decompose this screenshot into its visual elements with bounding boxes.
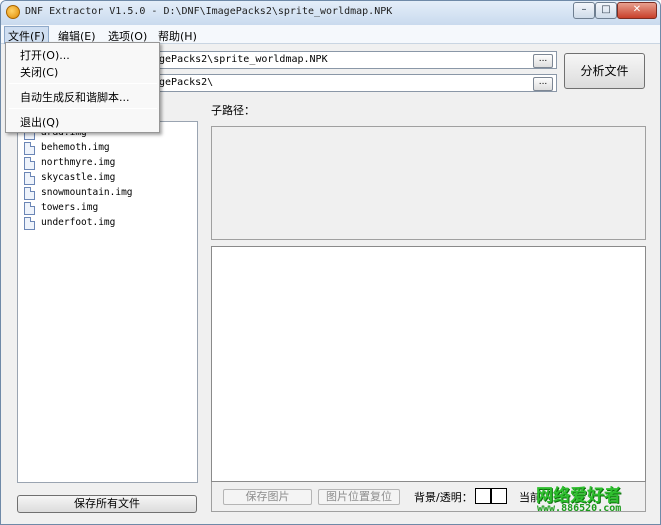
reset-image-position-button[interactable]: 图片位置复位 xyxy=(318,489,400,505)
title-bar[interactable]: DNF Extractor V1.5.0 - D:\DNF\ImagePacks… xyxy=(1,1,660,25)
maximize-button[interactable]: □ xyxy=(595,2,617,19)
app-window: DNF Extractor V1.5.0 - D:\DNF\ImagePacks… xyxy=(0,0,661,525)
file-name: underfoot.img xyxy=(41,217,116,228)
file-name: snowmountain.img xyxy=(41,187,133,198)
app-icon xyxy=(6,5,20,19)
watermark-url: www.886520.com xyxy=(537,503,622,514)
browse-directory-button[interactable]: ... xyxy=(533,77,553,91)
menu-item-close[interactable]: 关闭(C) xyxy=(20,64,58,80)
file-menu-dropdown: 打开(O)... 关闭(C) 自动生成反和谐脚本... 退出(Q) xyxy=(5,42,160,133)
image-preview-panel[interactable] xyxy=(211,246,646,482)
menu-separator xyxy=(9,83,157,84)
window-title: DNF Extractor V1.5.0 - D:\DNF\ImagePacks… xyxy=(25,6,393,17)
sub-path-label: 子路径： xyxy=(211,104,255,117)
menu-item-auto-script[interactable]: 自动生成反和谐脚本... xyxy=(20,89,130,105)
save-all-files-button[interactable]: 保存所有文件 xyxy=(17,495,197,513)
file-name: skycastle.img xyxy=(41,172,116,183)
save-image-button[interactable]: 保存图片 xyxy=(223,489,312,505)
menu-item-exit[interactable]: 退出(Q) xyxy=(20,114,59,130)
file-icon xyxy=(24,142,35,155)
file-name: behemoth.img xyxy=(41,142,110,153)
file-icon xyxy=(24,217,35,230)
file-icon xyxy=(24,187,35,200)
analyze-file-button[interactable]: 分析文件 xyxy=(564,53,645,89)
directory-path-field[interactable]: agePacks2\ xyxy=(149,74,557,92)
npk-path-field[interactable]: agePacks2\sprite_worldmap.NPK xyxy=(149,51,557,69)
transparency-color-swatch[interactable] xyxy=(491,488,507,504)
file-name: towers.img xyxy=(41,202,99,213)
close-button[interactable]: ✕ xyxy=(617,2,657,19)
menu-help[interactable]: 帮助(H) xyxy=(155,27,200,45)
browse-npk-button[interactable]: ... xyxy=(533,54,553,68)
file-list[interactable]: arad.img behemoth.img northmyre.img skyc… xyxy=(17,121,198,483)
background-transparency-label: 背景/透明： xyxy=(414,491,473,504)
file-icon xyxy=(24,172,35,185)
minimize-button[interactable]: – xyxy=(573,2,595,19)
file-name: northmyre.img xyxy=(41,157,116,168)
menu-item-open[interactable]: 打开(O)... xyxy=(20,47,70,63)
file-icon xyxy=(24,157,35,170)
menu-separator xyxy=(9,108,157,109)
file-icon xyxy=(24,202,35,215)
background-color-swatch[interactable] xyxy=(475,488,491,504)
sub-path-info-panel xyxy=(211,126,646,240)
